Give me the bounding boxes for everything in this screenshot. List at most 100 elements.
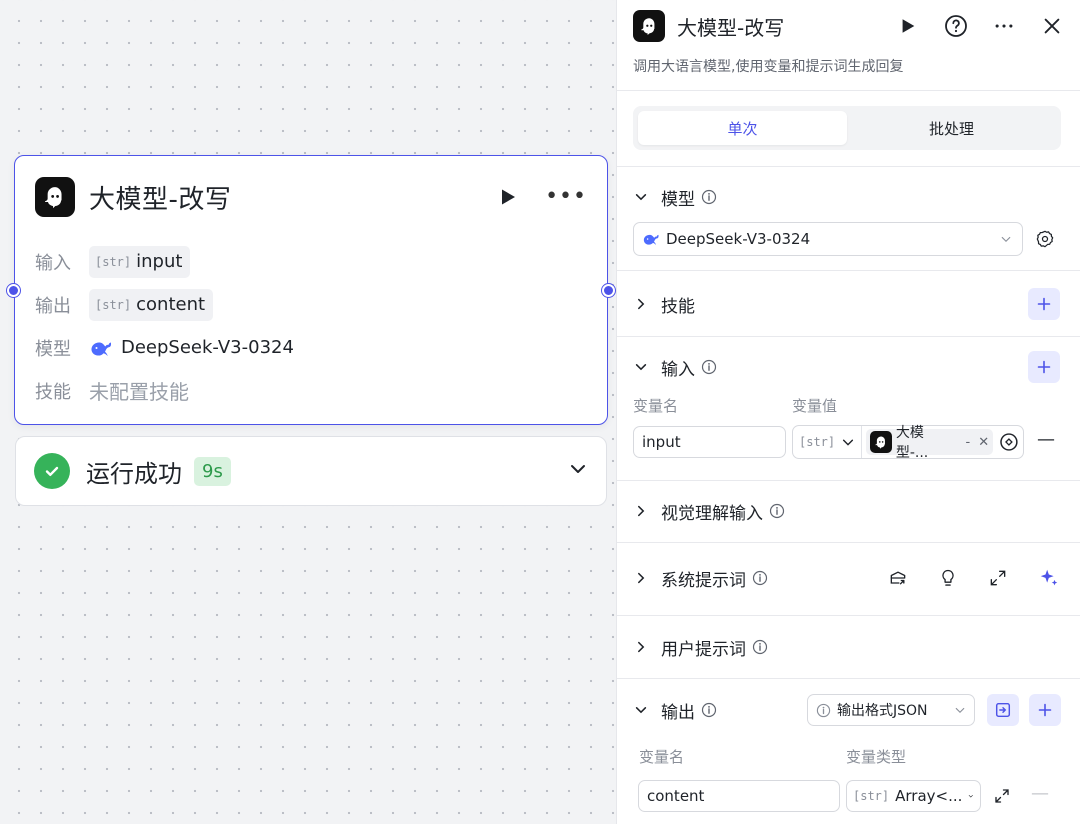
row-label: 输入 bbox=[35, 252, 71, 274]
tab-batch[interactable]: 批处理 bbox=[847, 111, 1056, 145]
reference-text: 大模型-... bbox=[895, 425, 929, 461]
remove-input-button[interactable]: — bbox=[1037, 429, 1055, 450]
model-name: DeepSeek-V3-0324 bbox=[121, 337, 294, 358]
chevron-right-icon bbox=[633, 639, 649, 655]
chevron-down-icon bbox=[633, 359, 649, 375]
workflow-canvas[interactable]: 大模型-改写 ••• 输入 [str] input 输出 [str] conte… bbox=[0, 0, 616, 824]
chevron-down-icon bbox=[571, 465, 585, 473]
info-icon bbox=[752, 639, 768, 655]
chevron-down-icon bbox=[1001, 236, 1011, 243]
more-options-button[interactable] bbox=[992, 14, 1016, 38]
divider bbox=[617, 336, 1080, 337]
divider bbox=[617, 166, 1080, 167]
more-options-button[interactable]: ••• bbox=[545, 186, 587, 208]
plus-icon bbox=[1037, 360, 1051, 374]
expand-icon[interactable] bbox=[993, 787, 1011, 805]
llm-node-card[interactable]: 大模型-改写 ••• 输入 [str] input 输出 [str] conte… bbox=[7, 155, 615, 425]
node-skill-row: 技能 未配置技能 bbox=[35, 369, 294, 412]
input-variable-value[interactable]: [str] 大模型-... - ✕ bbox=[792, 425, 1024, 461]
node-title: 大模型-改写 bbox=[89, 184, 232, 215]
add-skill-button[interactable] bbox=[1028, 288, 1060, 320]
success-check-icon bbox=[34, 453, 70, 489]
info-icon bbox=[701, 702, 717, 718]
add-output-button[interactable] bbox=[1029, 694, 1061, 726]
import-output-button[interactable] bbox=[987, 694, 1019, 726]
run-button[interactable] bbox=[896, 14, 920, 38]
type-select[interactable]: [str] bbox=[797, 426, 863, 458]
add-input-button[interactable] bbox=[1028, 351, 1060, 383]
chevron-down-icon bbox=[843, 439, 854, 446]
lightbulb-icon[interactable] bbox=[938, 568, 958, 588]
section-system-prompt-header[interactable]: 系统提示词 bbox=[633, 563, 1060, 593]
plus-icon bbox=[1038, 703, 1052, 717]
divider bbox=[617, 678, 1080, 679]
close-button[interactable] bbox=[1040, 14, 1064, 38]
section-input-header[interactable]: 输入 bbox=[633, 351, 1060, 383]
output-variable-name-field[interactable]: content bbox=[638, 780, 840, 812]
column-header-name: 变量名 bbox=[639, 748, 685, 766]
type-tag: [str] bbox=[799, 435, 836, 449]
output-format-select[interactable]: 输出格式JSON bbox=[807, 694, 975, 726]
reference-chip: 大模型-... - ✕ bbox=[866, 425, 994, 461]
status-text: 运行成功 bbox=[86, 459, 182, 488]
tab-single[interactable]: 单次 bbox=[638, 111, 847, 145]
chevron-down-icon bbox=[969, 795, 974, 798]
divider bbox=[617, 542, 1080, 543]
prompt-library-icon[interactable] bbox=[888, 568, 908, 588]
chevron-right-icon bbox=[633, 570, 649, 586]
chevron-down-icon bbox=[633, 189, 649, 205]
output-port[interactable] bbox=[602, 284, 615, 297]
skill-value: 未配置技能 bbox=[89, 380, 189, 404]
mode-tabs: 单次 批处理 bbox=[633, 106, 1061, 150]
section-vision-header[interactable]: 视觉理解输入 bbox=[633, 496, 1060, 526]
expand-status-button[interactable] bbox=[568, 459, 588, 483]
bot-icon bbox=[35, 177, 75, 217]
help-button[interactable] bbox=[944, 14, 968, 38]
chevron-down-icon bbox=[633, 702, 649, 718]
duration-badge: 9s bbox=[194, 456, 231, 486]
clear-reference-icon[interactable]: ✕ bbox=[978, 435, 989, 450]
panel-title: 大模型-改写 bbox=[677, 15, 785, 40]
output-format-value: 输出格式JSON bbox=[837, 703, 928, 719]
deepseek-whale-icon bbox=[643, 234, 659, 246]
ai-sparkle-icon[interactable] bbox=[1038, 567, 1060, 589]
output-type-select[interactable]: [str] Array<... bbox=[846, 780, 981, 812]
run-node-button[interactable] bbox=[497, 186, 519, 208]
node-model-row: 模型 DeepSeek-V3-0324 bbox=[35, 326, 294, 369]
model-select[interactable]: DeepSeek-V3-0324 bbox=[633, 222, 1023, 256]
variable-chip: [str] input bbox=[89, 245, 191, 278]
section-skills-header[interactable]: 技能 bbox=[633, 288, 1060, 320]
help-icon bbox=[945, 15, 967, 37]
input-variable-name-field[interactable]: input bbox=[633, 426, 786, 458]
variable-picker-icon[interactable] bbox=[999, 432, 1019, 452]
play-icon bbox=[902, 19, 915, 33]
variable-name: content bbox=[136, 294, 206, 315]
section-label: 输出 bbox=[661, 702, 695, 723]
type-tag: [str] bbox=[95, 297, 132, 312]
node-header: 大模型-改写 ••• bbox=[35, 176, 587, 218]
more-icon bbox=[995, 24, 1013, 28]
model-settings-gear-icon[interactable] bbox=[1035, 229, 1055, 249]
expand-icon[interactable] bbox=[988, 568, 1008, 588]
close-icon bbox=[1044, 18, 1060, 34]
section-output-header[interactable]: 输出 bbox=[633, 695, 803, 725]
section-user-prompt-header[interactable]: 用户提示词 bbox=[633, 632, 1060, 662]
import-icon bbox=[995, 702, 1011, 718]
chevron-right-icon bbox=[633, 503, 649, 519]
column-header-value: 变量值 bbox=[792, 397, 838, 415]
section-label: 输入 bbox=[661, 359, 695, 380]
section-label: 视觉理解输入 bbox=[661, 503, 763, 524]
panel-header: 大模型-改写 bbox=[633, 10, 1064, 42]
remove-output-button[interactable]: — bbox=[1031, 783, 1049, 804]
run-status-card[interactable]: 运行成功 9s bbox=[15, 436, 607, 506]
node-output-row: 输出 [str] content bbox=[35, 283, 294, 326]
play-icon bbox=[502, 189, 516, 205]
node-config-panel: 大模型-改写 调用大语言模型,使用变量和提示词生成回复 单次 批处理 模型 De… bbox=[616, 0, 1080, 824]
variable-name: input bbox=[136, 251, 183, 272]
row-label: 技能 bbox=[35, 381, 71, 403]
bot-icon bbox=[633, 10, 665, 42]
type-tag: [str] bbox=[95, 254, 132, 269]
input-port[interactable] bbox=[7, 284, 20, 297]
section-model-header[interactable]: 模型 bbox=[633, 182, 1060, 212]
section-label: 模型 bbox=[661, 189, 695, 210]
